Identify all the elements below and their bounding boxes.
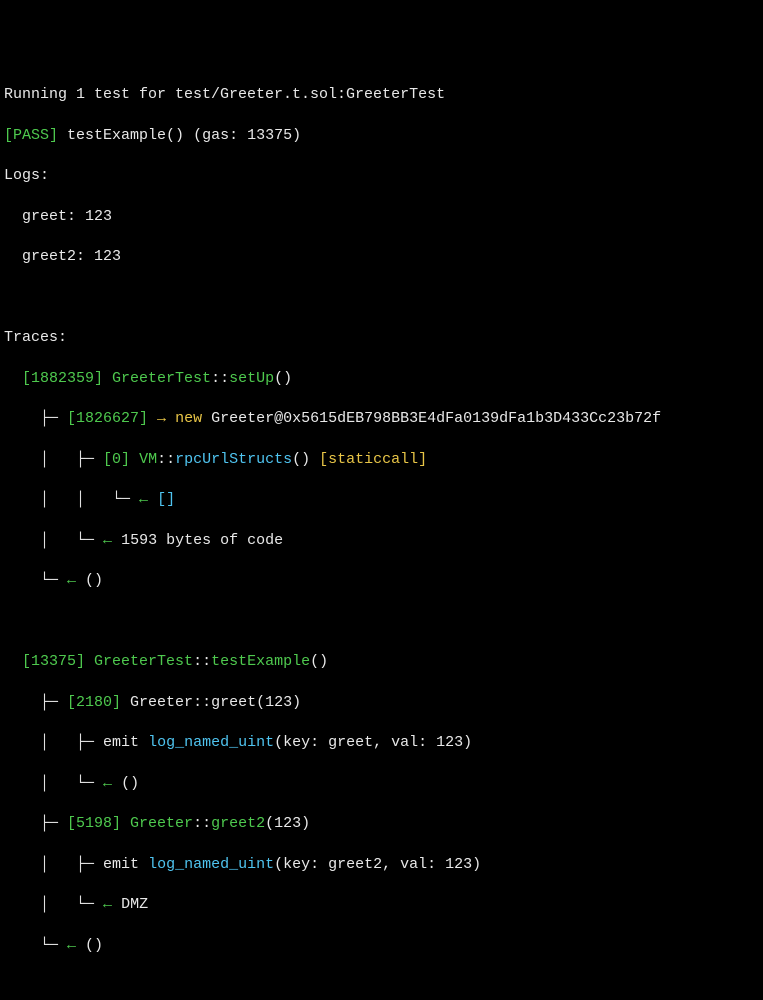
fn: rpcUrlStructs xyxy=(175,451,292,468)
trace-greet1: ├─ [2180] Greeter::greet(123) xyxy=(4,693,759,713)
gas: [13375] xyxy=(22,653,85,670)
log-entry: greet2: 123 xyxy=(4,247,759,267)
run-header: Running 1 test for test/Greeter.t.sol:Gr… xyxy=(4,85,759,105)
paren: () xyxy=(274,370,292,387)
emit-name: log_named_uint xyxy=(148,734,274,751)
contract: GreeterTest xyxy=(94,653,193,670)
trace-setup: [1882359] GreeterTest::setUp() xyxy=(4,369,759,389)
bytes: 1593 bytes of code xyxy=(121,532,283,549)
emit-kw: emit xyxy=(103,734,139,751)
paren: () xyxy=(292,451,310,468)
gas: [5198] xyxy=(67,815,121,832)
sep: :: xyxy=(157,451,175,468)
trace-greet2: ├─ [5198] Greeter::greet2(123) xyxy=(4,814,759,834)
new-kw: new xyxy=(175,410,202,427)
contract: Greeter xyxy=(130,815,193,832)
sep: :: xyxy=(193,694,211,711)
trace-vm: │ ├─ [0] VM::rpcUrlStructs() [staticcall… xyxy=(4,450,759,470)
sep: :: xyxy=(193,815,211,832)
gas: [2180] xyxy=(67,694,121,711)
trace-return-dmz: │ └─ ← DMZ xyxy=(4,895,759,915)
gas: [0] xyxy=(103,451,130,468)
logs-title: Logs: xyxy=(4,166,759,186)
emit-line: │ ├─ emit log_named_uint(key: greet2, va… xyxy=(4,855,759,875)
fn: greet2 xyxy=(211,815,265,832)
paren: () xyxy=(310,653,328,670)
fn: greet xyxy=(211,694,256,711)
trace-new: ├─ [1826627] → new Greeter@0x5615dEB798B… xyxy=(4,409,759,429)
gas: [1826627] xyxy=(67,410,148,427)
fn: testExample xyxy=(211,653,310,670)
trace-return: │ └─ ← () xyxy=(4,774,759,794)
blank xyxy=(4,288,759,308)
gas: [1882359] xyxy=(22,370,103,387)
args: (123) xyxy=(256,694,301,711)
staticcall: [staticcall] xyxy=(319,451,427,468)
vm: VM xyxy=(139,451,157,468)
log-entry: greet: 123 xyxy=(4,207,759,227)
arrow: ← xyxy=(103,775,112,792)
paren: () xyxy=(85,937,103,954)
contract: Greeter xyxy=(130,694,193,711)
trace-return-test: └─ ← () xyxy=(4,936,759,956)
sep: :: xyxy=(193,653,211,670)
emit-name: log_named_uint xyxy=(148,856,274,873)
emit-kw: emit xyxy=(103,856,139,873)
emit-args: (key: greet, val: 123) xyxy=(274,734,472,751)
trace-return-setup: └─ ← () xyxy=(4,571,759,591)
dmz: DMZ xyxy=(121,896,148,913)
trace-test: [13375] GreeterTest::testExample() xyxy=(4,652,759,672)
arrow: ← xyxy=(67,937,76,954)
traces-title: Traces: xyxy=(4,328,759,348)
arrow: ← xyxy=(67,572,76,589)
blank xyxy=(4,612,759,632)
trace-codebytes: │ └─ ← 1593 bytes of code xyxy=(4,531,759,551)
sep: :: xyxy=(211,370,229,387)
arrow: → xyxy=(157,410,166,427)
blank xyxy=(4,976,759,996)
paren: () xyxy=(85,572,103,589)
pass-line: [PASS] testExample() (gas: 13375) xyxy=(4,126,759,146)
trace-return: │ │ └─ ← [] xyxy=(4,490,759,510)
pass-gas: (gas: 13375) xyxy=(193,127,301,144)
arrow: ← xyxy=(103,532,112,549)
new-target: Greeter@0x5615dEB798BB3E4dFa0139dFa1b3D4… xyxy=(211,410,661,427)
pass-tag: [PASS] xyxy=(4,127,58,144)
arrow: ← xyxy=(103,896,112,913)
emit-args: (key: greet2, val: 123) xyxy=(274,856,481,873)
paren: () xyxy=(121,775,139,792)
emit-line: │ ├─ emit log_named_uint(key: greet, val… xyxy=(4,733,759,753)
contract: GreeterTest xyxy=(112,370,211,387)
pass-fn: testExample() xyxy=(67,127,184,144)
args: (123) xyxy=(265,815,310,832)
fn: setUp xyxy=(229,370,274,387)
